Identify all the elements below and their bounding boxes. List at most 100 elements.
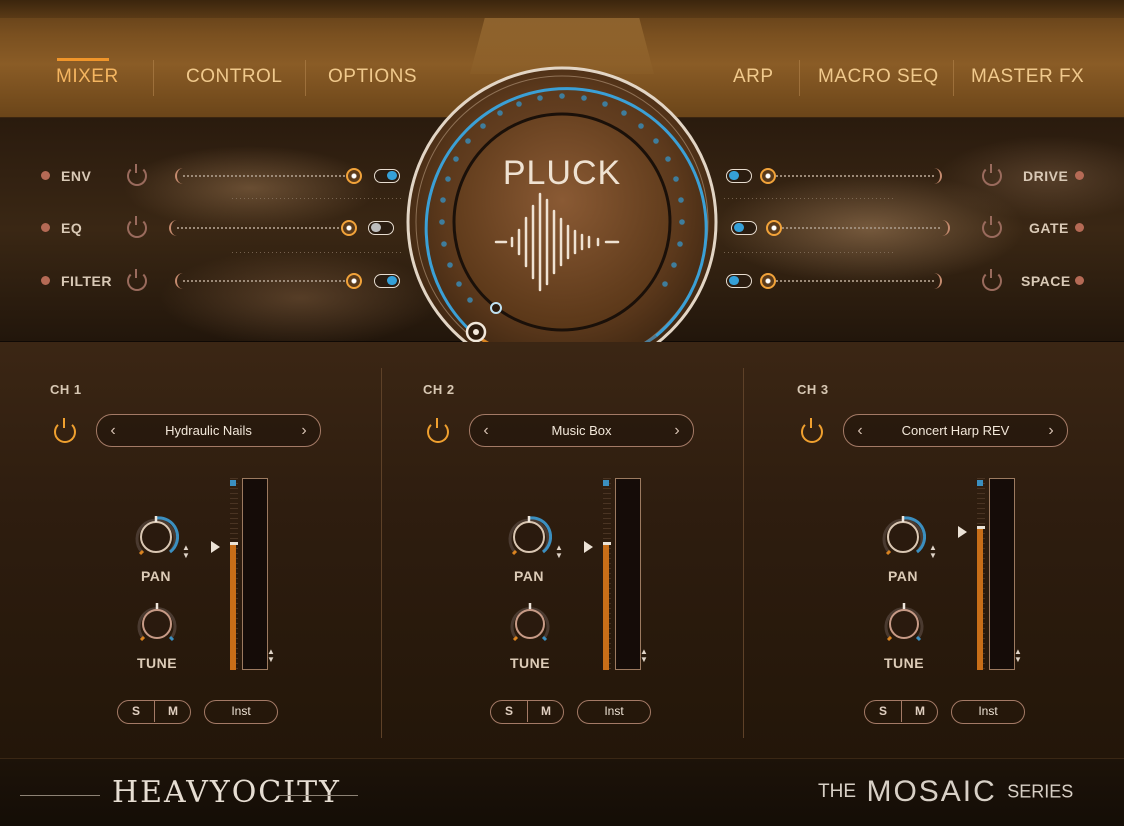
top-strip — [0, 0, 1124, 18]
pan-knob[interactable] — [133, 514, 179, 560]
output-inst-button[interactable]: Inst — [951, 700, 1025, 724]
mod-label-space: SPACE — [1021, 273, 1071, 289]
slider-thumb[interactable] — [341, 220, 357, 236]
slider-thumb[interactable] — [760, 168, 776, 184]
status-dot — [1075, 171, 1084, 180]
status-dot — [1075, 223, 1084, 232]
pan-label: PAN — [513, 568, 545, 584]
tab-control[interactable]: CONTROL — [186, 66, 282, 88]
pan-updown-icon[interactable]: ▲ ▼ — [554, 544, 564, 560]
power-icon[interactable] — [982, 216, 1002, 238]
mod-toggle[interactable] — [726, 274, 752, 288]
power-icon[interactable] — [127, 164, 147, 186]
mute-button[interactable]: M — [528, 704, 564, 718]
slider-track[interactable] — [782, 227, 942, 229]
master-dial[interactable]: PLUCK — [406, 66, 718, 378]
volume-meter[interactable] — [603, 478, 643, 670]
volume-pointer-icon[interactable] — [584, 541, 593, 553]
preset-selector[interactable]: ‹ Music Box › — [469, 414, 694, 447]
mod-toggle[interactable] — [368, 221, 394, 235]
preset-selector[interactable]: ‹ Hydraulic Nails › — [96, 414, 321, 447]
preset-name: Concert Harp REV — [901, 423, 1010, 438]
channel-power-icon[interactable] — [801, 418, 823, 443]
volume-meter[interactable] — [977, 478, 1017, 670]
slider-track[interactable] — [776, 280, 936, 282]
nav-separator — [799, 60, 800, 96]
output-inst-button[interactable]: Inst — [577, 700, 651, 724]
patch-title: PLUCK — [502, 154, 622, 192]
volume-pointer-icon[interactable] — [211, 541, 220, 553]
mod-label-eq: EQ — [61, 220, 83, 236]
slider-endcap-left — [175, 273, 183, 289]
slider-track[interactable] — [776, 175, 936, 177]
pan-updown-icon[interactable]: ▲ ▼ — [181, 544, 191, 560]
tab-arp[interactable]: ARP — [733, 66, 774, 88]
slider-thumb[interactable] — [346, 273, 362, 289]
prev-preset-icon[interactable]: ‹ — [852, 422, 868, 440]
slider-track[interactable] — [177, 227, 349, 229]
tab-macro-seq[interactable]: MACRO SEQ — [818, 66, 939, 88]
slider-thumb[interactable] — [346, 168, 362, 184]
tune-label: TUNE — [509, 655, 551, 671]
mod-toggle[interactable] — [374, 274, 400, 288]
tune-knob[interactable] — [135, 602, 179, 646]
power-icon[interactable] — [982, 269, 1002, 291]
tune-label: TUNE — [136, 655, 178, 671]
channel-power-icon[interactable] — [427, 418, 449, 443]
series-logo: THE MOSAIC SERIES — [818, 775, 1073, 809]
tune-label: TUNE — [883, 655, 925, 671]
channel-label: CH 3 — [797, 382, 829, 397]
slider-thumb[interactable] — [766, 220, 782, 236]
pan-updown-icon[interactable]: ▲ ▼ — [928, 544, 938, 560]
volume-meter[interactable] — [230, 478, 270, 670]
slider-thumb[interactable] — [760, 273, 776, 289]
solo-button[interactable]: S — [491, 704, 527, 718]
brand-line-right — [278, 795, 358, 796]
channel-strip: CH 1 ‹ Hydraulic Nails › ▲ ▼ PAN TUNE ▲ … — [0, 342, 372, 758]
preset-name: Hydraulic Nails — [165, 423, 252, 438]
power-icon[interactable] — [127, 216, 147, 238]
tune-knob[interactable] — [882, 602, 926, 646]
next-preset-icon[interactable]: › — [1043, 422, 1059, 440]
channel-power-icon[interactable] — [54, 418, 76, 443]
preset-selector[interactable]: ‹ Concert Harp REV › — [843, 414, 1068, 447]
tab-mixer[interactable]: MIXER — [56, 66, 119, 88]
power-icon[interactable] — [982, 164, 1002, 186]
power-icon[interactable] — [127, 269, 147, 291]
pan-knob[interactable] — [880, 514, 926, 560]
prev-preset-icon[interactable]: ‹ — [105, 422, 121, 440]
tab-options[interactable]: OPTIONS — [328, 66, 417, 88]
mod-row-filter: FILTER — [0, 269, 420, 291]
solo-button[interactable]: S — [118, 704, 154, 718]
solo-button[interactable]: S — [865, 704, 901, 718]
mod-toggle[interactable] — [726, 169, 752, 183]
mute-button[interactable]: M — [155, 704, 191, 718]
dotted-divider — [232, 252, 402, 253]
mod-toggle[interactable] — [374, 169, 400, 183]
preset-name: Music Box — [551, 423, 612, 438]
volume-pointer-icon[interactable] — [958, 526, 967, 538]
next-preset-icon[interactable]: › — [669, 422, 685, 440]
dial-mod-handle[interactable] — [490, 302, 502, 314]
solo-mute-group: S M — [117, 700, 191, 724]
solo-mute-group: S M — [864, 700, 938, 724]
active-tab-indicator — [57, 58, 109, 61]
volume-updown-icon[interactable]: ▲ ▼ — [639, 648, 649, 664]
mute-button[interactable]: M — [902, 704, 938, 718]
slider-endcap-left — [169, 220, 177, 236]
next-preset-icon[interactable]: › — [296, 422, 312, 440]
mod-row-eq: EQ — [0, 216, 420, 238]
mod-toggle[interactable] — [731, 221, 757, 235]
slider-track[interactable] — [183, 175, 353, 177]
output-inst-button[interactable]: Inst — [204, 700, 278, 724]
channel-strip: CH 3 ‹ Concert Harp REV › ▲ ▼ PAN TUNE ▲… — [747, 342, 1119, 758]
volume-updown-icon[interactable]: ▲ ▼ — [1013, 648, 1023, 664]
mod-label-gate: GATE — [1029, 220, 1069, 236]
pan-knob[interactable] — [506, 514, 552, 560]
slider-track[interactable] — [183, 280, 353, 282]
volume-updown-icon[interactable]: ▲ ▼ — [266, 648, 276, 664]
tune-knob[interactable] — [508, 602, 552, 646]
tab-master-fx[interactable]: MASTER FX — [971, 66, 1084, 88]
slider-endcap-right — [934, 168, 942, 184]
prev-preset-icon[interactable]: ‹ — [478, 422, 494, 440]
